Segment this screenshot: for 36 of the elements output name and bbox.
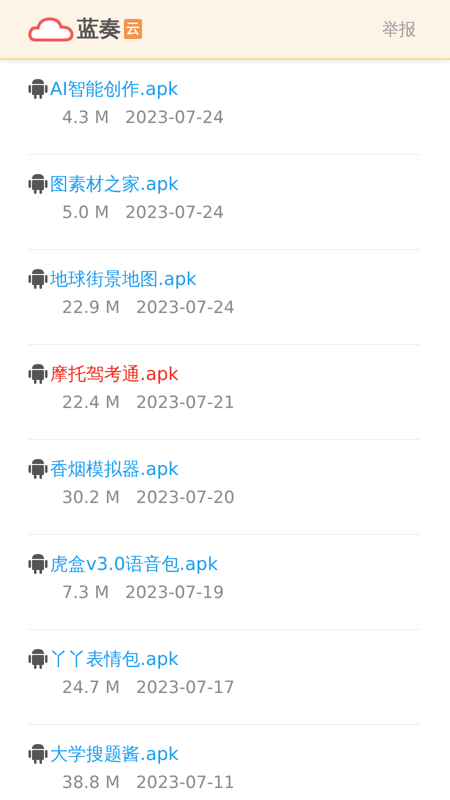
file-size: 24.7 M	[62, 678, 120, 698]
file-date: 2023-07-20	[136, 488, 235, 508]
file-date: 2023-07-24	[125, 108, 224, 128]
android-icon	[28, 648, 48, 670]
file-size: 4.3 M	[62, 108, 110, 128]
file-date: 2023-07-24	[125, 203, 224, 223]
file-size: 7.3 M	[62, 583, 110, 603]
file-link[interactable]: 丫丫表情包.apk	[50, 647, 179, 671]
report-link[interactable]: 举报	[382, 18, 416, 40]
file-size: 22.4 M	[62, 393, 120, 413]
android-icon	[28, 743, 48, 765]
file-date: 2023-07-24	[136, 298, 235, 318]
file-link[interactable]: 虎盒v3.0语音包.apk	[50, 552, 218, 576]
file-size: 5.0 M	[62, 203, 110, 223]
file-date: 2023-07-11	[136, 773, 235, 793]
file-date: 2023-07-21	[136, 393, 235, 413]
android-icon	[28, 553, 48, 575]
file-link[interactable]: 地球街景地图.apk	[50, 267, 197, 291]
cloud-icon	[28, 15, 74, 43]
android-icon	[28, 173, 48, 195]
android-icon	[28, 458, 48, 480]
file-link[interactable]: 大学搜题酱.apk	[50, 742, 179, 766]
android-icon	[28, 268, 48, 290]
file-date: 2023-07-19	[125, 583, 224, 603]
android-icon	[28, 78, 48, 100]
logo-badge: 云	[124, 19, 142, 39]
file-date: 2023-07-17	[136, 678, 235, 698]
file-size: 22.9 M	[62, 298, 120, 318]
file-link[interactable]: AI智能创作.apk	[50, 77, 178, 101]
file-link[interactable]: 图素材之家.apk	[50, 172, 179, 196]
file-size: 30.2 M	[62, 488, 120, 508]
android-icon	[28, 363, 48, 385]
file-link[interactable]: 摩托驾考通.apk	[50, 362, 179, 386]
file-size: 38.8 M	[62, 773, 120, 793]
logo-text: 蓝奏	[77, 16, 121, 44]
file-link[interactable]: 香烟模拟器.apk	[50, 457, 179, 481]
